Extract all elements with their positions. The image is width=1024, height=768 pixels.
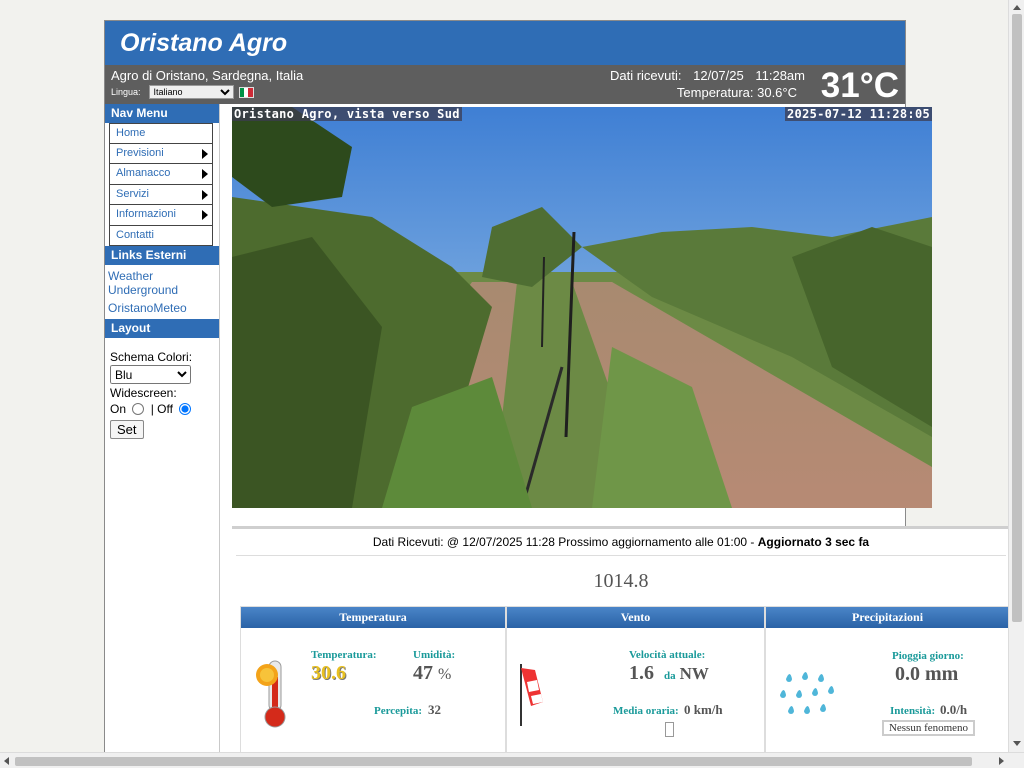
submenu-arrow-icon xyxy=(202,189,208,200)
link-weather-underground[interactable]: Weather Underground xyxy=(105,269,219,297)
widescreen-on-radio[interactable] xyxy=(132,403,145,415)
nav-item-contatti[interactable]: Contatti xyxy=(109,225,213,246)
temperature-value: 30.6 xyxy=(311,662,346,684)
link-oristanometeo[interactable]: OristanoMeteo xyxy=(105,301,219,315)
nav-item-label: Almanacco xyxy=(116,167,171,179)
wind-average-label: Media oraria: xyxy=(613,705,679,717)
windsock-icon xyxy=(520,664,543,726)
phenomenon-box: Nessun fenomeno xyxy=(882,720,975,736)
external-links: Weather Underground OristanoMeteo xyxy=(105,265,219,315)
thermometer-icon xyxy=(256,660,286,728)
scroll-left-icon[interactable] xyxy=(4,757,9,765)
scroll-up-icon[interactable] xyxy=(1013,5,1021,10)
nav-menu: Home Previsioni Almanacco Servizi Inform… xyxy=(109,123,213,246)
submenu-arrow-icon xyxy=(202,169,208,179)
horizontal-scroll-thumb[interactable] xyxy=(15,757,972,766)
webcam-image[interactable]: Oristano Agro, vista verso Sud 2025-07-1… xyxy=(232,107,932,508)
wind-speed-row: 1.6 da NW xyxy=(629,662,709,685)
humidity-unit: % xyxy=(438,666,452,683)
color-scheme-label: Schema Colori: xyxy=(110,350,193,364)
nav-item-label: Previsioni xyxy=(116,146,164,159)
station-location: Agro di Oristano, Sardegna, Italia xyxy=(111,68,304,83)
received-label: Dati ricevuti: xyxy=(609,68,682,83)
webcam-picture xyxy=(232,107,932,508)
vertical-scrollbar[interactable] xyxy=(1008,0,1024,752)
humidity-value-row: 47 % xyxy=(413,662,451,685)
language-selector-row: Lingua: Italiano xyxy=(111,85,254,99)
nav-item-home[interactable]: Home xyxy=(109,123,213,144)
nav-item-label: Informazioni xyxy=(116,208,176,220)
nav-menu-heading: Nav Menu xyxy=(105,104,219,123)
widescreen-options: On | Off xyxy=(110,402,214,416)
rain-intensity-label: Intensità: xyxy=(890,705,936,717)
temperature-card: Temperatura Temperatura: 30.6 Umidità: 4… xyxy=(240,606,506,766)
wind-from-label: da xyxy=(664,670,676,682)
set-layout-button[interactable]: Set xyxy=(110,420,144,439)
nav-item-servizi[interactable]: Servizi xyxy=(109,184,213,205)
color-scheme-select[interactable]: Blu xyxy=(110,365,191,384)
submenu-arrow-icon xyxy=(202,210,208,220)
nav-item-label: Home xyxy=(116,127,146,139)
widescreen-label: Widescreen: xyxy=(110,386,177,400)
vertical-scroll-thumb[interactable] xyxy=(1012,14,1022,622)
updated-ago: Aggiornato 3 sec fa xyxy=(757,535,870,549)
wind-average-value: 0 km/h xyxy=(684,702,723,717)
nav-item-previsioni[interactable]: Previsioni xyxy=(109,143,213,164)
layout-form: Schema Colori: Blu Widescreen: On | Off … xyxy=(105,338,219,439)
daily-rain-label: Pioggia giorno: xyxy=(892,650,964,662)
language-select[interactable]: Italiano xyxy=(148,85,234,99)
update-status: Dati Ricevuti: @ 12/07/2025 11:28 Prossi… xyxy=(236,529,1006,556)
rain-drops-icon xyxy=(780,672,834,714)
language-label: Lingua: xyxy=(111,87,141,97)
rain-intensity-value: 0.0/h xyxy=(940,702,968,717)
temperature-card-title: Temperatura xyxy=(241,607,505,628)
update-status-text: Dati Ricevuti: @ 12/07/2025 11:28 Prossi… xyxy=(372,535,748,549)
external-links-heading: Links Esterni xyxy=(105,246,219,265)
received-info: Dati ricevuti: 12/07/25 11:28am xyxy=(610,68,805,83)
info-bar: Agro di Oristano, Sardegna, Italia Lingu… xyxy=(105,65,905,105)
webcam-title-overlay: Oristano Agro, vista verso Sud xyxy=(232,107,462,121)
layout-heading: Layout xyxy=(105,319,219,338)
wind-direction-placeholder-icon xyxy=(665,722,674,737)
webcam-timestamp-overlay: 2025-07-12 11:28:05 xyxy=(785,107,932,121)
pressure-value: 1014.8 xyxy=(593,570,649,592)
feels-like-value: 32 xyxy=(428,702,441,717)
wind-speed-value: 1.6 xyxy=(629,662,654,684)
horizontal-scrollbar[interactable] xyxy=(0,752,1024,768)
weather-cards: Temperatura Temperatura: 30.6 Umidità: 4… xyxy=(240,606,1010,766)
feels-like-label: Percepita: xyxy=(374,705,423,717)
nav-item-label: Servizi xyxy=(116,187,150,200)
temperature-line: Temperatura: 30.6°C xyxy=(676,85,797,100)
received-date: 12/07/25 xyxy=(693,68,744,83)
nav-item-almanacco[interactable]: Almanacco xyxy=(109,164,213,185)
received-time: 11:28am xyxy=(755,68,805,83)
humidity-label: Umidità: xyxy=(413,649,456,661)
scroll-down-icon[interactable] xyxy=(1013,741,1021,746)
big-temperature: 31°C xyxy=(820,66,899,105)
widescreen-off-label: | Off xyxy=(150,402,173,416)
widescreen-off-radio[interactable] xyxy=(179,403,192,415)
precipitation-card: Precipitazioni Pioggia giorno: 0.0 mm In… xyxy=(765,606,1010,766)
daily-rain-value: 0.0 mm xyxy=(895,663,959,685)
italian-flag-icon[interactable] xyxy=(238,86,254,98)
scroll-right-icon[interactable] xyxy=(999,757,1004,765)
submenu-arrow-icon xyxy=(202,148,208,159)
widescreen-on-label: On xyxy=(110,402,127,416)
current-conditions-panel: Dati Ricevuti: @ 12/07/2025 11:28 Prossi… xyxy=(232,526,1010,766)
nav-item-informazioni[interactable]: Informazioni xyxy=(109,205,213,226)
wind-card-title: Vento xyxy=(507,607,764,628)
humidity-value: 47 xyxy=(413,662,433,684)
sidebar: Nav Menu Home Previsioni Almanacco Servi… xyxy=(105,104,220,752)
wind-speed-label: Velocità attuale: xyxy=(629,649,706,661)
wind-direction: NW xyxy=(679,664,709,683)
temperature-label: Temperatura: xyxy=(311,649,377,661)
site-title: Oristano Agro xyxy=(105,21,905,65)
precipitation-card-title: Precipitazioni xyxy=(766,607,1009,628)
nav-item-label: Contatti xyxy=(116,228,154,241)
wind-card: Vento Velocità attuale: 1.6 da NW Media … xyxy=(506,606,765,766)
